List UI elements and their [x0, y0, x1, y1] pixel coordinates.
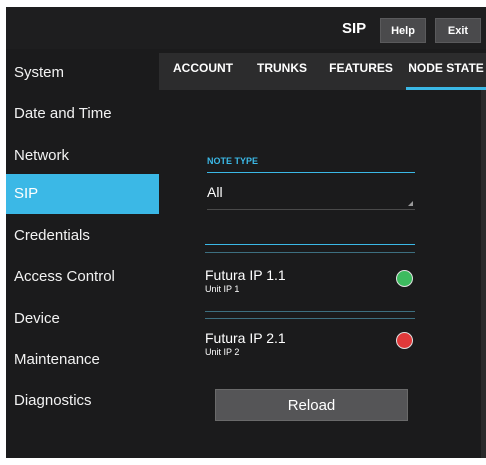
sidebar-item-credentials[interactable]: Credentials: [6, 216, 159, 256]
list-top-divider: [205, 244, 415, 245]
status-red-icon: [396, 332, 413, 349]
reload-button[interactable]: Reload: [215, 389, 408, 421]
top-bar: SIP Help Exit: [6, 7, 486, 49]
status-green-icon: [396, 270, 413, 287]
list-divider: [205, 311, 415, 312]
sidebar-item-access-control[interactable]: Access Control: [6, 257, 159, 297]
tab-bar: ACCOUNT TRUNKS FEATURES NODE STATE: [159, 53, 486, 90]
node-name: Futura IP 2.1: [205, 330, 286, 346]
node-state-panel: NOTE TYPE All Futura IP 1.1 Unit IP 1 Fu…: [159, 90, 486, 458]
node-subtitle: Unit IP 1: [205, 284, 240, 294]
sidebar-item-diagnostics[interactable]: Diagnostics: [6, 381, 159, 421]
select-underline: [207, 209, 415, 210]
sidebar-item-network[interactable]: Network: [6, 136, 159, 176]
note-type-value: All: [207, 184, 223, 200]
scrollbar[interactable]: [481, 90, 486, 458]
tab-node-state[interactable]: NODE STATE: [406, 53, 486, 90]
list-divider-2: [205, 318, 415, 319]
page-title: SIP: [342, 20, 367, 37]
tab-features[interactable]: FEATURES: [324, 53, 398, 90]
tab-account[interactable]: ACCOUNT: [169, 53, 237, 90]
node-subtitle: Unit IP 2: [205, 347, 240, 357]
sidebar-item-date-and-time[interactable]: Date and Time: [6, 94, 159, 134]
section-divider: [207, 172, 415, 173]
sidebar-item-sip[interactable]: SIP: [6, 174, 159, 214]
note-type-select[interactable]: All: [207, 180, 415, 210]
sidebar: System Date and Time Network SIP Credent…: [6, 53, 159, 458]
app-window: SIP Help Exit System Date and Time Netwo…: [6, 7, 486, 458]
exit-button[interactable]: Exit: [435, 18, 481, 43]
list-top-divider-2: [205, 252, 415, 253]
node-name: Futura IP 1.1: [205, 267, 286, 283]
sidebar-item-maintenance[interactable]: Maintenance: [6, 340, 159, 380]
tab-trunks[interactable]: TRUNKS: [251, 53, 313, 90]
note-type-label: NOTE TYPE: [207, 156, 259, 166]
help-button[interactable]: Help: [380, 18, 426, 43]
sidebar-item-device[interactable]: Device: [6, 299, 159, 339]
sidebar-item-system[interactable]: System: [6, 53, 159, 93]
dropdown-corner-icon: [408, 201, 413, 206]
